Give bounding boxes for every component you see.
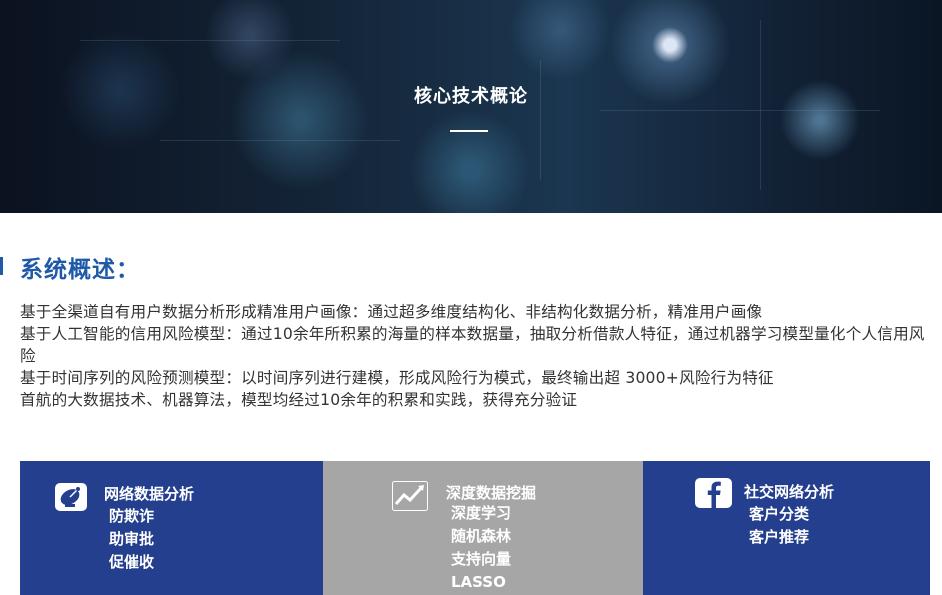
card-list-item: 促催收 bbox=[109, 553, 155, 571]
title-underline bbox=[450, 130, 488, 132]
card-title: 深度数据挖掘 bbox=[446, 484, 537, 502]
card-list-item: 深度学习 bbox=[451, 504, 512, 522]
network-line bbox=[600, 110, 880, 111]
description-line: 基于时间序列的风险预测模型：以时间序列进行建模，形成风险行为模式，最终输出超 3… bbox=[20, 369, 774, 387]
network-line bbox=[540, 60, 541, 180]
satellite-dish-icon bbox=[55, 483, 87, 511]
hero-banner: 核心技术概论 bbox=[0, 0, 942, 213]
card-title: 网络数据分析 bbox=[104, 485, 195, 503]
card-list-item: LASSO bbox=[451, 573, 506, 591]
network-line bbox=[80, 40, 340, 41]
card-deep-mining: 深度数据挖掘 深度学习 随机森林 支持向量 LASSO bbox=[323, 461, 643, 595]
card-list-item: 客户推荐 bbox=[749, 528, 810, 546]
section-accent-bar bbox=[0, 257, 3, 275]
card-list-item: 客户分类 bbox=[749, 505, 810, 523]
banner-title: 核心技术概论 bbox=[414, 86, 528, 107]
feature-cards: 网络数据分析 防欺诈 助审批 促催收 深度数据挖掘 深度学习 随机森林 支持向量… bbox=[20, 461, 930, 595]
trend-chart-icon bbox=[392, 481, 428, 511]
facebook-icon bbox=[695, 478, 732, 508]
card-network-analysis: 网络数据分析 防欺诈 助审批 促催收 bbox=[20, 461, 323, 595]
card-list-item: 防欺诈 bbox=[109, 507, 155, 525]
card-list: 防欺诈 助审批 促催收 bbox=[109, 505, 154, 574]
card-list: 客户分类 客户推荐 bbox=[749, 503, 809, 549]
network-line bbox=[160, 140, 400, 141]
card-list-item: 助审批 bbox=[109, 530, 155, 548]
card-social-analysis: 社交网络分析 客户分类 客户推荐 bbox=[643, 461, 930, 595]
card-list-item: 随机森林 bbox=[451, 527, 512, 545]
card-title: 社交网络分析 bbox=[744, 483, 835, 501]
description-line: 首航的大数据技术、机器算法，模型均经过10余年的积累和实践，获得充分验证 bbox=[20, 391, 578, 409]
description-line: 基于人工智能的信用风险模型：通过10余年所积累的海量的样本数据量，抽取分析借款人… bbox=[20, 325, 925, 365]
description-line: 基于全渠道自有用户数据分析形成精准用户画像：通过超多维度结构化、非结构化数据分析… bbox=[20, 303, 763, 321]
section-description: 基于全渠道自有用户数据分析形成精准用户画像：通过超多维度结构化、非结构化数据分析… bbox=[20, 301, 935, 411]
section-title: 系统概述： bbox=[20, 257, 140, 283]
card-list: 深度学习 随机森林 支持向量 LASSO bbox=[451, 502, 511, 594]
card-list-item: 支持向量 bbox=[451, 550, 512, 568]
